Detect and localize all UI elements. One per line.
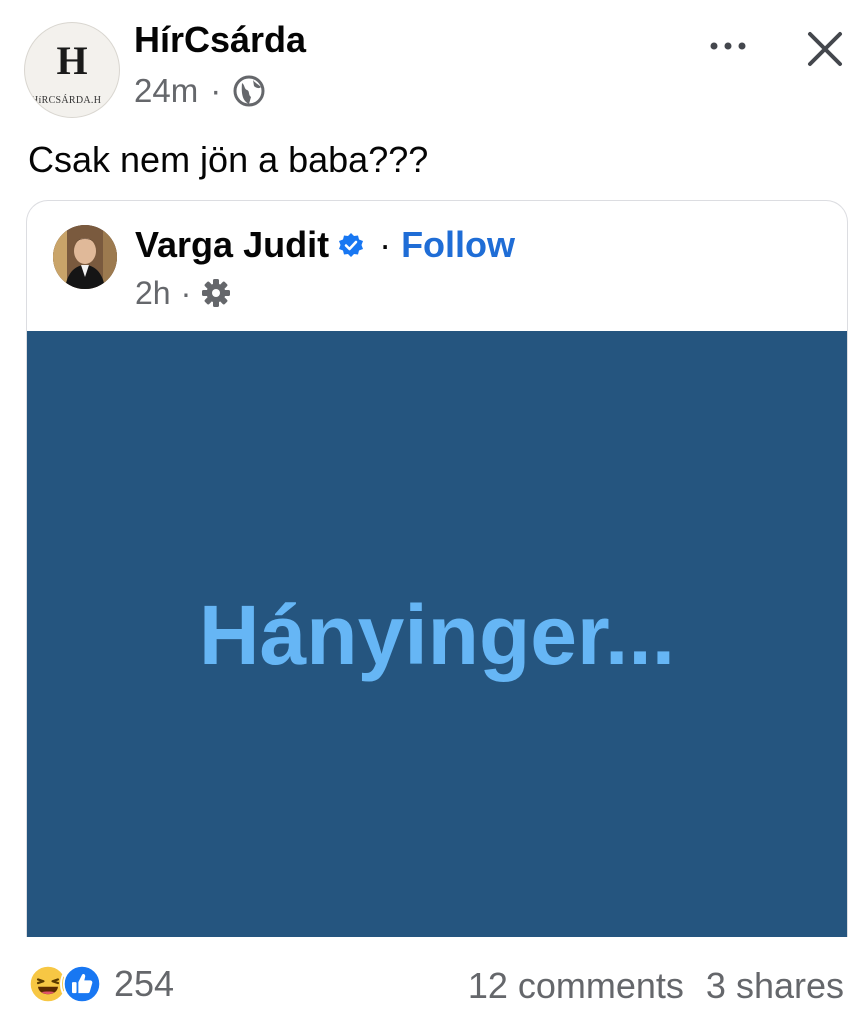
- avatar-subtext: HíRCSÁRDA.H: [31, 95, 102, 106]
- shared-post-card[interactable]: Varga Judit · Follow 2h · Hányinger...: [26, 200, 848, 937]
- post-image-text: Hányinger...: [198, 588, 676, 682]
- shared-meta-separator: ·: [180, 275, 192, 311]
- page-avatar[interactable]: H HíRCSÁRDA.H: [24, 22, 120, 118]
- post-caption: Csak nem jön a baba???: [28, 139, 429, 180]
- shared-time[interactable]: 2h: [135, 277, 171, 309]
- facebook-post: H HíRCSÁRDA.H HírCsárda 24m · Csak nem j…: [0, 0, 864, 1024]
- close-icon[interactable]: [800, 24, 850, 74]
- gear-icon: [202, 279, 231, 307]
- meta-separator: ·: [210, 72, 222, 109]
- globe-icon: [233, 75, 265, 106]
- shared-author-avatar[interactable]: [53, 225, 117, 289]
- engagement-stats: 12 comments 3 shares: [468, 965, 844, 1007]
- shares-count-link[interactable]: 3 shares: [706, 965, 844, 1007]
- follow-button[interactable]: Follow: [401, 227, 515, 263]
- shared-meta: 2h ·: [135, 277, 231, 309]
- comments-count-link[interactable]: 12 comments: [468, 965, 684, 1007]
- post-image[interactable]: Hányinger...: [27, 331, 847, 937]
- reaction-count: 254: [114, 963, 175, 1004]
- like-reaction-icon: [60, 962, 104, 1006]
- more-options-icon[interactable]: [704, 28, 752, 64]
- post-meta: 24m ·: [134, 74, 265, 107]
- avatar-monogram: H: [56, 38, 88, 83]
- page-name[interactable]: HírCsárda: [134, 22, 306, 58]
- portrait-image: [53, 225, 117, 289]
- post-time[interactable]: 24m: [134, 74, 198, 107]
- verified-badge-icon: [339, 233, 364, 257]
- reactions-summary[interactable]: 254: [26, 962, 174, 1006]
- follow-separator: ·: [379, 224, 392, 265]
- shared-author-line: Varga Judit · Follow: [135, 227, 515, 263]
- shared-author-name[interactable]: Varga Judit: [135, 227, 329, 263]
